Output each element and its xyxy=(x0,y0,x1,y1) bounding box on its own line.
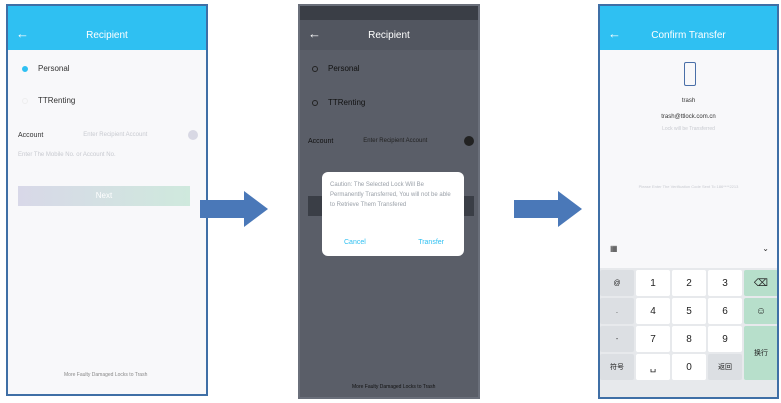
digit-key[interactable]: 5 xyxy=(672,298,706,324)
option-label: Personal xyxy=(328,64,360,73)
status-bar xyxy=(600,6,777,20)
option-personal[interactable]: Personal xyxy=(22,64,70,73)
digit-key[interactable]: 9 xyxy=(708,326,742,352)
code-hint: Please Enter The Verification Code Sent … xyxy=(638,184,739,189)
screen-confirm-transfer: ← Confirm Transfer trash trash@ttlock.co… xyxy=(598,4,779,399)
page-title: Recipient xyxy=(86,29,128,41)
radio-selected-icon[interactable] xyxy=(22,65,28,72)
transfer-subtext: Lock will be Transferred xyxy=(662,126,715,132)
status-bar xyxy=(300,6,478,20)
back-arrow-icon[interactable]: ← xyxy=(608,26,621,41)
grid-icon[interactable]: ▦ xyxy=(610,244,618,253)
digit-key[interactable]: 7 xyxy=(636,326,670,352)
backspace-icon[interactable]: ⌫ xyxy=(744,270,777,296)
return-key[interactable]: 返回 xyxy=(708,354,742,380)
account-input[interactable]: Enter Recipient Account xyxy=(83,132,147,138)
account-row[interactable]: Account Enter Recipient Account xyxy=(18,130,198,140)
digit-key[interactable]: 3 xyxy=(708,270,742,296)
back-arrow-icon[interactable]: ← xyxy=(16,26,29,41)
option-label: Personal xyxy=(38,64,70,73)
back-arrow-icon[interactable]: ← xyxy=(308,26,321,41)
contacts-icon[interactable] xyxy=(188,130,198,140)
title-bar: ← Recipient xyxy=(300,20,478,50)
dot-key[interactable]: . xyxy=(600,298,634,324)
account-label: Account xyxy=(308,137,334,145)
status-bar xyxy=(8,6,206,20)
dash-key[interactable]: - xyxy=(600,326,634,352)
option-label: TTRenting xyxy=(38,96,76,105)
digit-key[interactable]: 8 xyxy=(672,326,706,352)
dialog-message: Caution: The Selected Lock Will Be Perma… xyxy=(330,182,451,208)
digit-key[interactable]: 2 xyxy=(672,270,706,296)
title-bar: ← Recipient xyxy=(8,20,206,50)
footer-link[interactable]: More Faulty Damaged Locks to Trash xyxy=(64,372,147,378)
option-personal[interactable]: Personal xyxy=(312,64,360,73)
recipient-name: trash xyxy=(681,98,696,104)
option-label: TTRenting xyxy=(328,98,366,107)
digit-key[interactable]: 1 xyxy=(636,270,670,296)
transfer-dialog: Caution: The Selected Lock Will Be Perma… xyxy=(322,172,464,256)
cancel-button[interactable]: Cancel xyxy=(344,239,366,246)
space-key[interactable]: ␣ xyxy=(636,354,670,380)
arrow-right-icon xyxy=(514,191,582,227)
at-key[interactable]: @ xyxy=(600,270,634,296)
digit-key[interactable]: 6 xyxy=(708,298,742,324)
contacts-icon[interactable] xyxy=(464,136,474,146)
option-ttrenting[interactable]: TTRenting xyxy=(22,96,75,105)
title-bar: ← Confirm Transfer xyxy=(600,20,777,50)
radio-selected-icon[interactable] xyxy=(312,65,318,72)
radio-icon[interactable] xyxy=(22,97,28,104)
numeric-keyboard: @ . - 符号 1 2 3 4 5 6 7 8 9 ␣ 0 返回 ⌫ ☺ 换行 xyxy=(600,268,777,397)
account-row[interactable]: Account Enter Recipient Account xyxy=(308,136,474,146)
newline-key[interactable]: 换行 xyxy=(744,326,777,380)
transfer-button[interactable]: Transfer xyxy=(418,239,444,246)
screen-recipient: ← Recipient Personal TTRenting Account E… xyxy=(6,4,208,396)
account-input[interactable]: Enter Recipient Account xyxy=(363,138,427,144)
account-label: Account xyxy=(18,131,44,139)
emoji-icon[interactable]: ☺ xyxy=(744,298,777,324)
lock-icon xyxy=(684,62,696,86)
page-title: Recipient xyxy=(368,29,410,41)
footer-link[interactable]: More Faulty Damaged Locks to Trash xyxy=(352,384,435,390)
digit-key[interactable]: 4 xyxy=(636,298,670,324)
screen-recipient-dialog: ← Recipient Personal TTRenting Account E… xyxy=(298,4,480,399)
page-title: Confirm Transfer xyxy=(651,29,726,41)
symbol-key[interactable]: 符号 xyxy=(600,354,634,380)
option-ttrenting[interactable]: TTRenting xyxy=(312,98,365,107)
account-hint: Enter The Mobile No. or Account No. xyxy=(18,152,116,158)
keyboard-hide-icon[interactable]: ⌄ xyxy=(762,244,769,253)
radio-icon[interactable] xyxy=(312,99,318,106)
digit-key[interactable]: 0 xyxy=(672,354,706,380)
arrow-right-icon xyxy=(200,191,268,227)
recipient-email: trash@ttlock.com.cn xyxy=(661,114,716,120)
next-button[interactable]: Next xyxy=(18,186,190,206)
